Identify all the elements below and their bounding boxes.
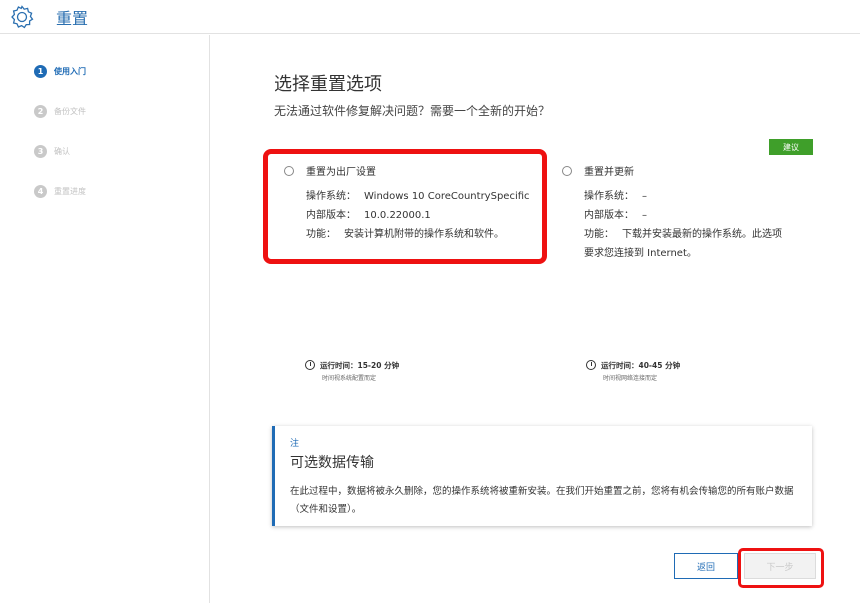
radio-reset-and-update[interactable] bbox=[562, 166, 572, 176]
feature-label: 功能： bbox=[584, 229, 614, 240]
runtime-text: 运行时间：15-20 分钟 bbox=[320, 361, 400, 370]
highlight-annotation bbox=[738, 548, 824, 588]
os-value: – bbox=[642, 191, 647, 202]
build-value: – bbox=[642, 210, 647, 221]
runtime-note: 时间视网络连接而定 bbox=[603, 375, 658, 382]
note-body: 在此过程中，数据将被永久删除，您的操作系统将被重新安装。在我们开始重置之前，您将… bbox=[290, 486, 794, 515]
steps-sidebar: 1 使用入门 2 备份文件 3 确认 4 重置进度 bbox=[0, 35, 210, 603]
option-title: 重置并更新 bbox=[584, 167, 634, 178]
step-number: 4 bbox=[34, 184, 47, 198]
app-header: 重置 bbox=[0, 0, 860, 34]
step-label: 确认 bbox=[54, 146, 70, 156]
step-number: 1 bbox=[34, 64, 47, 78]
back-button[interactable]: 返回 bbox=[674, 553, 738, 579]
step-label: 重置进度 bbox=[54, 186, 86, 196]
note-title: 可选数据传输 bbox=[290, 455, 374, 471]
step-getting-started[interactable]: 1 使用入门 bbox=[34, 63, 86, 79]
feature-value-continued: 要求您连接到 Internet。 bbox=[584, 248, 697, 259]
step-label: 使用入门 bbox=[54, 66, 86, 76]
option-os-line: 操作系统： – bbox=[584, 187, 647, 202]
runtime-text: 运行时间：40-45 分钟 bbox=[601, 361, 681, 370]
page-title: 选择重置选项 bbox=[274, 74, 382, 95]
recommended-badge: 建议 bbox=[769, 139, 813, 155]
step-number: 3 bbox=[34, 144, 47, 158]
step-backup-files: 2 备份文件 bbox=[34, 103, 86, 119]
option-feature-line: 功能： 下载并安装最新的操作系统。此选项 bbox=[584, 225, 782, 240]
app-title: 重置 bbox=[56, 9, 89, 28]
build-label: 内部版本： bbox=[584, 210, 634, 221]
step-reset-progress: 4 重置进度 bbox=[34, 183, 86, 199]
note-tag: 注 bbox=[290, 439, 300, 449]
option-build-line: 内部版本： – bbox=[584, 206, 647, 221]
feature-value: 下载并安装最新的操作系统。此选项 bbox=[622, 229, 782, 240]
page-subtitle: 无法通过软件修复解决问题？需要一个全新的开始？ bbox=[274, 104, 551, 118]
runtime-note: 时间视系统配置而定 bbox=[322, 375, 377, 382]
highlight-annotation bbox=[263, 149, 547, 264]
step-confirm: 3 确认 bbox=[34, 143, 70, 159]
clock-icon bbox=[586, 360, 596, 370]
step-number: 2 bbox=[34, 104, 47, 118]
step-label: 备份文件 bbox=[54, 106, 86, 116]
os-label: 操作系统： bbox=[584, 191, 634, 202]
data-transfer-note: 注 可选数据传输 在此过程中，数据将被永久删除，您的操作系统将被重新安装。在我们… bbox=[272, 426, 812, 526]
gear-icon bbox=[11, 5, 34, 29]
clock-icon bbox=[305, 360, 315, 370]
